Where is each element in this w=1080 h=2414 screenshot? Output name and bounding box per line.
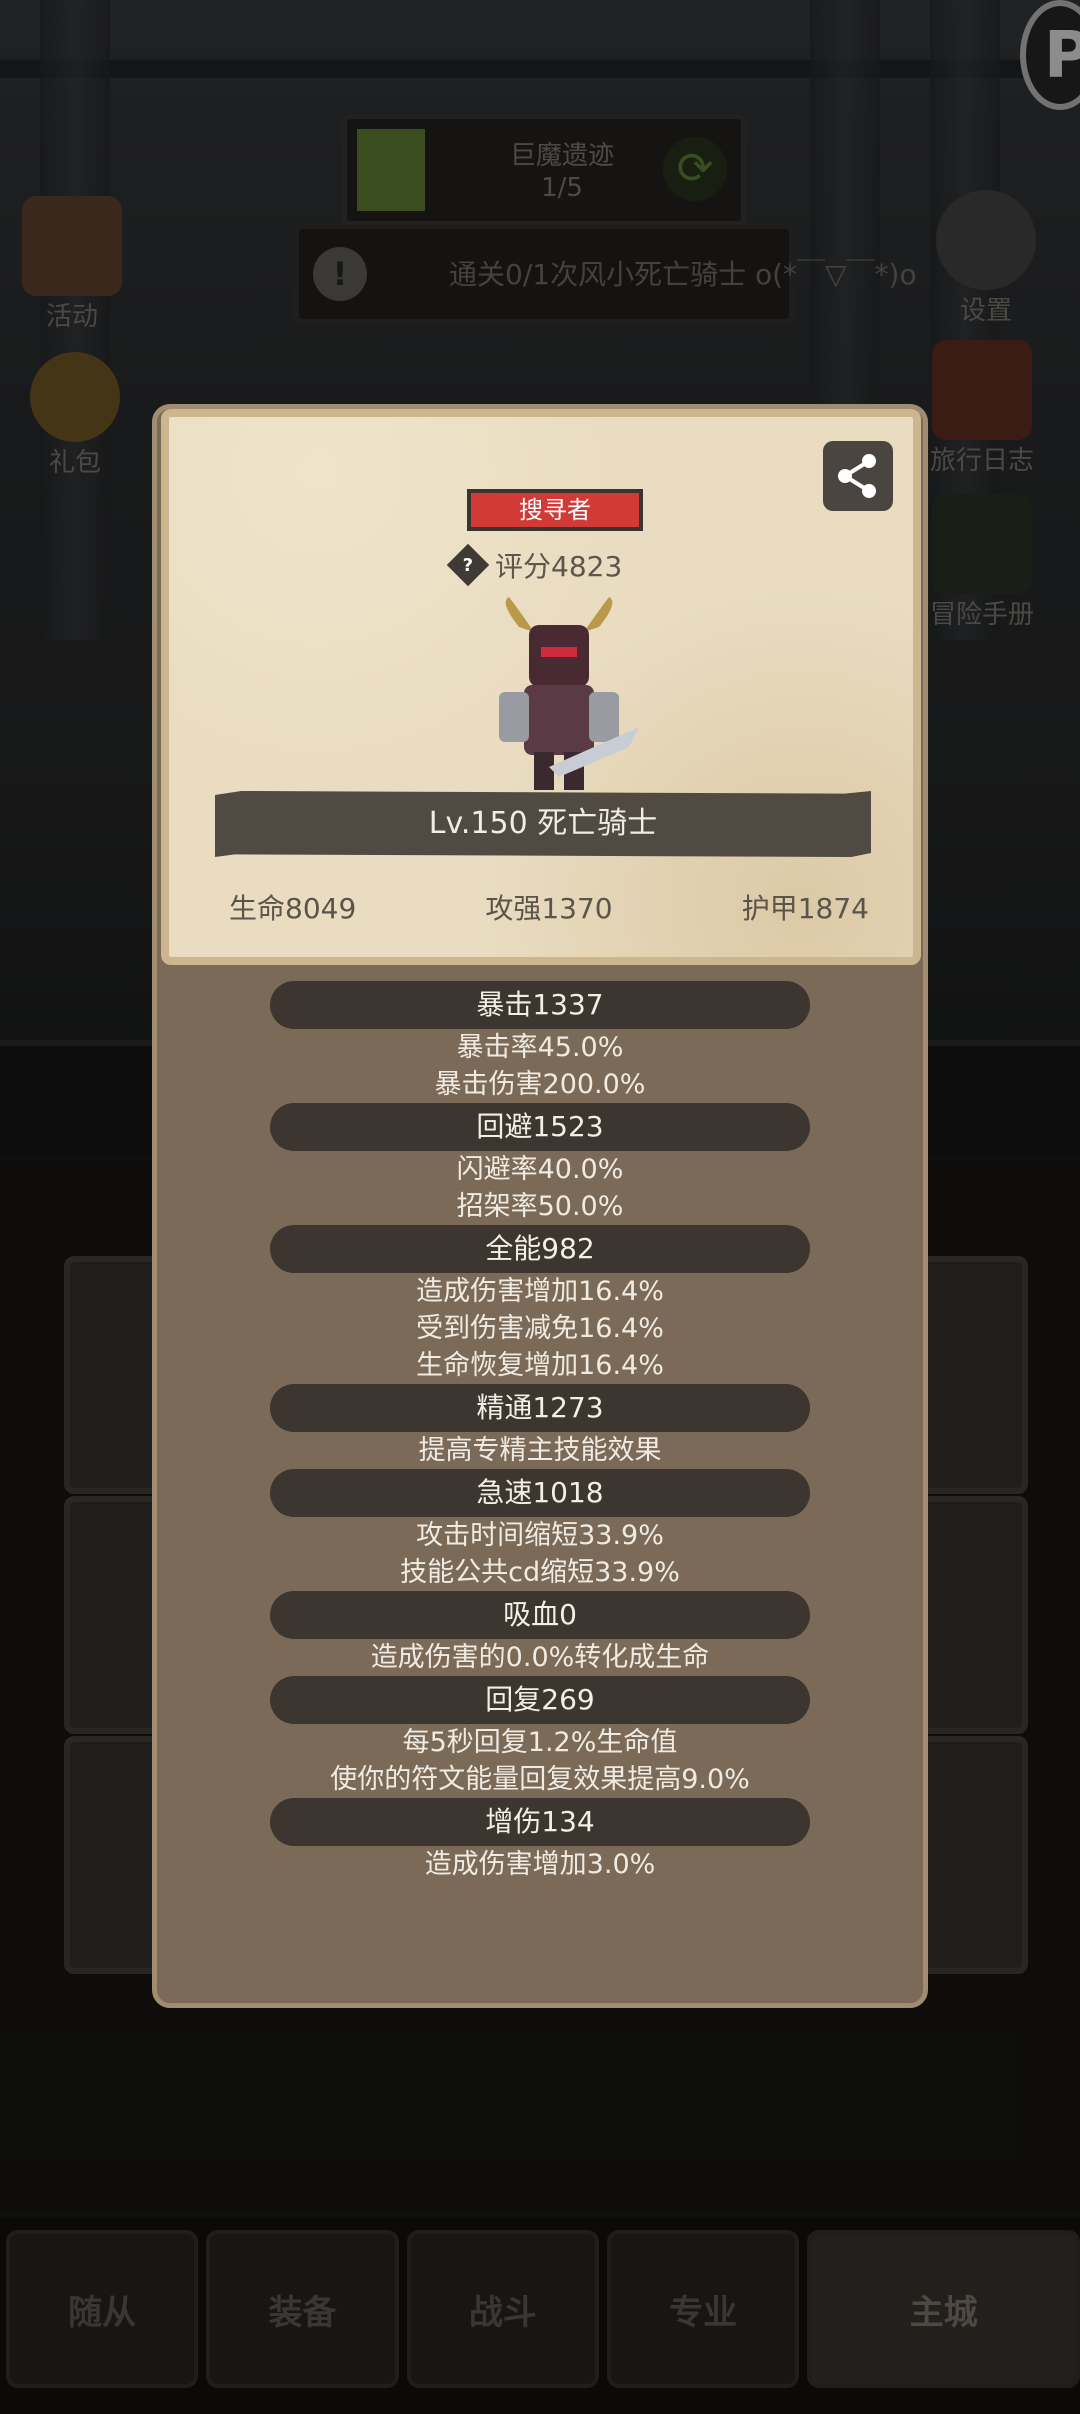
rank-badge: 搜寻者 [467, 489, 643, 531]
stat-header-haste: 急速1018 [270, 1469, 810, 1517]
stat-health: 生命8049 [229, 892, 357, 925]
stat-line: 受到伤害减免16.4% [416, 1313, 664, 1344]
stat-header-crit: 暴击1337 [270, 981, 810, 1029]
stat-line: 闪避率40.0% [456, 1154, 624, 1185]
stat-line: 技能公共cd缩短33.9% [400, 1557, 680, 1588]
score-value: 评分4823 [495, 550, 623, 583]
stat-line: 攻击时间缩短33.9% [416, 1520, 664, 1551]
hero-name-banner: Lv.150 死亡骑士 [215, 791, 871, 857]
stat-line: 暴击伤害200.0% [434, 1069, 646, 1100]
share-icon [838, 454, 876, 498]
stat-header-mastery: 精通1273 [270, 1384, 810, 1432]
stat-list: 暴击1337 暴击率45.0% 暴击伤害200.0% 回避1523 闪避率40.… [157, 981, 923, 1883]
stat-line: 造成伤害的0.0%转化成生命 [370, 1642, 710, 1673]
stat-line: 提高专精主技能效果 [418, 1435, 662, 1466]
stat-attack-power: 攻强1370 [485, 892, 613, 925]
stat-armor: 护甲1874 [741, 892, 869, 925]
death-knight-portrait [499, 597, 639, 790]
character-info-modal: 搜寻者 ? 评分4823 Lv.150 死亡骑士 生命8049 攻强1370 护… [152, 404, 928, 2008]
base-stats: 生命8049 攻强1370 护甲1874 [229, 887, 869, 927]
help-icon[interactable]: ? [446, 543, 490, 587]
stat-header-lifesteal: 吸血0 [270, 1591, 810, 1639]
stat-header-versatility: 全能982 [270, 1225, 810, 1273]
stat-line: 造成伤害增加16.4% [416, 1276, 664, 1307]
stat-line: 每5秒回复1.2%生命值 [402, 1727, 678, 1758]
stat-line: 生命恢复增加16.4% [416, 1350, 664, 1381]
stat-line: 造成伤害增加3.0% [424, 1849, 656, 1880]
share-button[interactable] [823, 441, 893, 511]
stat-line: 暴击率45.0% [456, 1032, 624, 1063]
stat-header-regen: 回复269 [270, 1676, 810, 1724]
stat-line: 使你的符文能量回复效果提高9.0% [330, 1764, 750, 1795]
stat-header-avoidance: 回避1523 [270, 1103, 810, 1151]
stat-header-damage-bonus: 增伤134 [270, 1798, 810, 1846]
score-row: ? 评分4823 [446, 543, 623, 587]
stat-line: 招架率50.0% [456, 1191, 624, 1222]
character-card: 搜寻者 ? 评分4823 Lv.150 死亡骑士 生命8049 攻强1370 护… [161, 409, 921, 965]
